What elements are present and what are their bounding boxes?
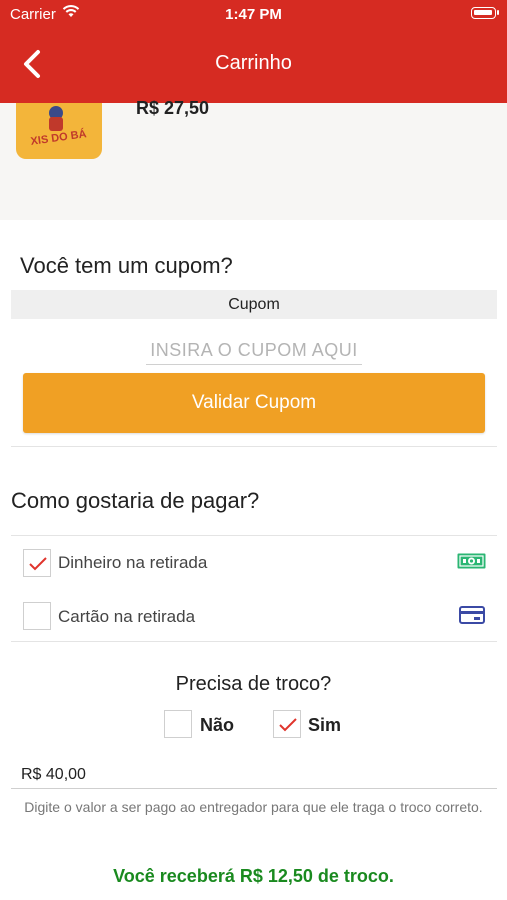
page-title: Carrinho xyxy=(215,52,292,74)
validate-coupon-button[interactable]: Validar Cupom xyxy=(23,373,485,433)
change-question: Precisa de troco? xyxy=(175,673,332,695)
status-time: 1:47 PM xyxy=(225,6,282,23)
item-price: R$ 27,50 xyxy=(136,98,210,118)
product-logo: XIS DO BÁ xyxy=(16,103,102,159)
payment-heading: Como gostaria de pagar? xyxy=(11,488,260,513)
change-no-checkbox[interactable] xyxy=(164,710,192,738)
coupon-input[interactable] xyxy=(146,336,362,365)
divider xyxy=(11,641,497,642)
battery-cap xyxy=(497,10,499,15)
card-option-label[interactable]: Cartão na retirada xyxy=(58,607,195,627)
checkmark-icon xyxy=(279,718,297,732)
coupon-heading: Você tem um cupom? xyxy=(20,253,233,278)
amount-underline xyxy=(11,788,497,789)
change-yes-label[interactable]: Sim xyxy=(308,715,341,736)
checkmark-icon xyxy=(29,557,47,571)
cash-icon xyxy=(457,553,486,569)
divider xyxy=(11,535,497,536)
change-yes-checkbox[interactable] xyxy=(273,710,301,738)
cash-checkbox[interactable] xyxy=(23,549,51,577)
coupon-section-label: Cupom xyxy=(11,290,497,319)
battery-icon xyxy=(471,7,496,19)
change-no-label[interactable]: Não xyxy=(200,715,234,736)
credit-card-icon xyxy=(459,606,485,624)
card-checkbox[interactable] xyxy=(23,602,51,630)
change-amount-field[interactable] xyxy=(21,763,496,787)
change-result-text: Você receberá R$ 12,50 de troco. xyxy=(113,866,394,886)
cash-option-label[interactable]: Dinheiro na retirada xyxy=(58,553,207,573)
change-help-text: Digite o valor a ser pago ao entregador … xyxy=(24,799,483,815)
section-divider xyxy=(11,446,497,447)
